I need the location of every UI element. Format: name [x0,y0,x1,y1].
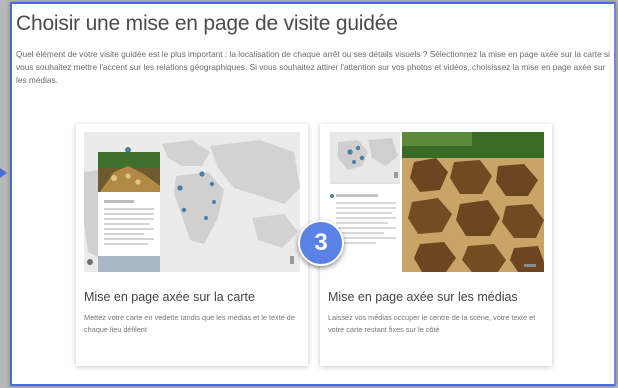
media-layout-thumbnail [328,132,544,272]
layout-chooser-panel: Choisir une mise en page de visite guidé… [10,2,616,386]
map-layout-title: Mise en page axée sur la carte [84,290,255,304]
callout-arrow [0,168,7,178]
map-layout-thumbnail [84,132,300,272]
step-number-badge: 3 [298,220,344,266]
media-layout-title: Mise en page axée sur les médias [328,290,518,304]
map-layout-description: Mettez votre carte en vedette tandis que… [84,313,295,334]
page-title: Choisir une mise en page de visite guidé… [16,12,398,35]
media-layout-description: Laissez vos médias occuper le centre de … [328,313,536,334]
page-description: Quel élément de votre visite guidée est … [16,49,611,85]
map-layout-card[interactable]: Mise en page axée sur la carte Mettez vo… [76,124,308,366]
media-layout-card[interactable]: Mise en page axée sur les médias Laissez… [320,124,552,366]
